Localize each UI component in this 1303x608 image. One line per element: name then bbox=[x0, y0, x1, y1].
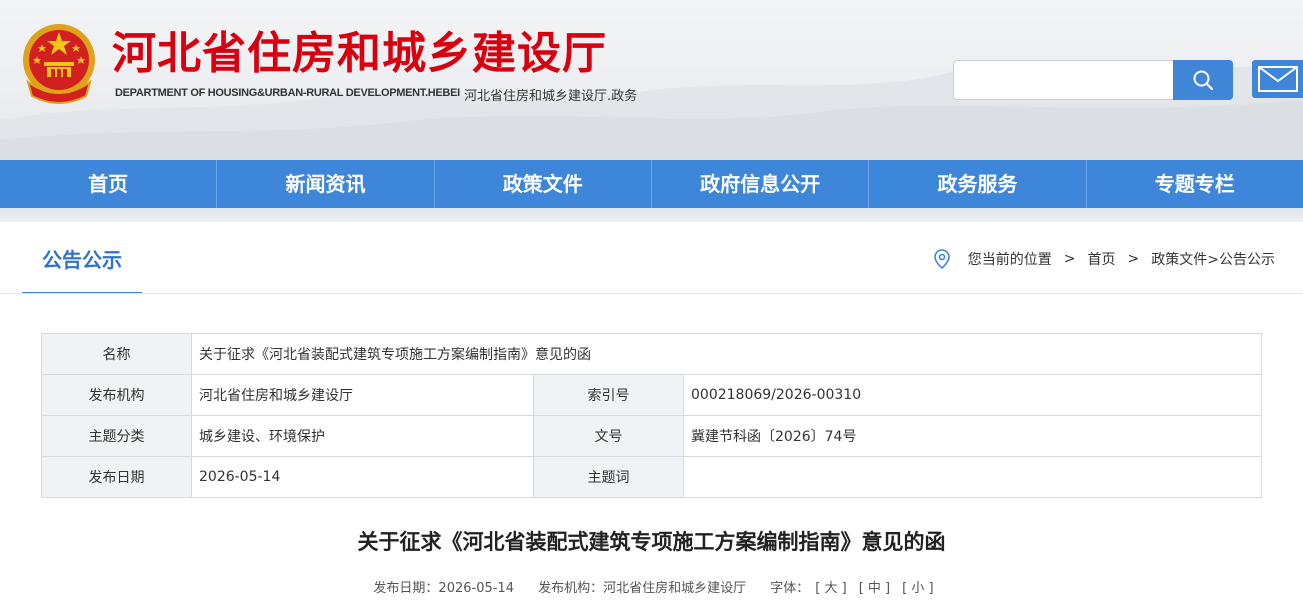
breadcrumb-separator: > bbox=[1127, 251, 1140, 267]
search-input[interactable] bbox=[953, 60, 1173, 100]
nav-item-gov-info[interactable]: 政府信息公开 bbox=[652, 160, 870, 208]
site-title-english: DEPARTMENT OF HOUSING&URBAN-RURAL DEVELO… bbox=[115, 87, 460, 99]
document-meta-table: 名称 关于征求《河北省装配式建筑专项施工方案编制指南》意见的函 发布机构 河北省… bbox=[41, 333, 1263, 498]
meta-value-publisher: 河北省住房和城乡建设厅 bbox=[191, 374, 534, 416]
font-size-label: 字体： bbox=[770, 581, 810, 596]
nav-item-home[interactable]: 首页 bbox=[0, 160, 218, 208]
breadcrumb-home-link[interactable]: 首页 bbox=[1088, 249, 1116, 269]
table-row: 名称 关于征求《河北省装配式建筑专项施工方案编制指南》意见的函 bbox=[41, 333, 1263, 375]
section-divider bbox=[0, 293, 1303, 294]
search-button[interactable] bbox=[1173, 60, 1233, 100]
breadcrumb-prefix: 您当前的位置 bbox=[967, 252, 1052, 268]
meta-label-docno: 文号 bbox=[533, 415, 684, 457]
nav-item-topics[interactable]: 专题专栏 bbox=[1087, 160, 1303, 208]
site-subtitle: 河北省住房和城乡建设厅.政务 bbox=[464, 89, 638, 104]
main-nav: 首页 新闻资讯 政策文件 政府信息公开 政务服务 专题专栏 bbox=[0, 160, 1303, 208]
breadcrumb-separator: > bbox=[1063, 251, 1076, 267]
document-title: 关于征求《河北省装配式建筑专项施工方案编制指南》意见的函 bbox=[357, 530, 946, 554]
meta-value-date: 2026-05-14 bbox=[191, 456, 534, 498]
national-emblem-icon bbox=[23, 24, 95, 104]
meta-label-category: 主题分类 bbox=[41, 415, 192, 457]
breadcrumb-path-link[interactable]: 政策文件>公告公示 bbox=[1151, 249, 1275, 269]
nav-shadow bbox=[0, 208, 1303, 222]
mail-icon bbox=[1257, 66, 1298, 92]
meta-value-category: 城乡建设、环境保护 bbox=[191, 415, 534, 457]
font-size-large-button[interactable]: [ 大 ] bbox=[815, 581, 846, 596]
nav-item-services[interactable]: 政务服务 bbox=[869, 160, 1087, 208]
section-title: 公告公示 bbox=[22, 222, 142, 294]
mail-button[interactable] bbox=[1252, 60, 1303, 98]
main-content: 公告公示 您当前的位置 > 首页 > 政策文件>公告公示 名称 关于征求《河北省… bbox=[0, 222, 1303, 608]
table-row: 发布日期 2026-05-14 主题词 bbox=[41, 456, 1263, 498]
nav-item-news[interactable]: 新闻资讯 bbox=[217, 160, 435, 208]
meta-value-keywords bbox=[682, 456, 1263, 498]
meta-value-docno: 冀建节科函〔2026〕74号 bbox=[682, 415, 1263, 457]
table-row: 主题分类 城乡建设、环境保护 文号 冀建节科函〔2026〕74号 bbox=[41, 415, 1263, 457]
search-icon bbox=[1193, 70, 1214, 91]
meta-label-date: 发布日期 bbox=[41, 456, 192, 498]
meta-label-publisher: 发布机构 bbox=[41, 374, 192, 416]
meta-label-keywords: 主题词 bbox=[533, 456, 684, 498]
meta-value-name: 关于征求《河北省装配式建筑专项施工方案编制指南》意见的函 bbox=[190, 333, 1263, 375]
breadcrumb: 您当前的位置 > 首页 > 政策文件>公告公示 bbox=[933, 249, 1275, 269]
nav-item-policy[interactable]: 政策文件 bbox=[435, 160, 652, 208]
document-date: 发布日期：2026-05-14 bbox=[373, 581, 514, 596]
font-size-small-button[interactable]: [ 小 ] bbox=[902, 581, 933, 596]
table-row: 发布机构 河北省住房和城乡建设厅 索引号 000218069/2026-0031… bbox=[41, 374, 1263, 416]
location-pin-icon bbox=[933, 249, 950, 269]
meta-label-name: 名称 bbox=[41, 333, 192, 375]
meta-label-index: 索引号 bbox=[533, 374, 684, 416]
site-title: 河北省住房和城乡建设厅 bbox=[112, 28, 607, 79]
document-meta-line: 发布日期：2026-05-14 发布机构：河北省住房和城乡建设厅 字体： [ 大 … bbox=[0, 577, 1303, 596]
meta-value-index: 000218069/2026-00310 bbox=[682, 374, 1263, 416]
font-size-medium-button[interactable]: [ 中 ] bbox=[859, 581, 890, 596]
site-header: 河北省住房和城乡建设厅 DEPARTMENT OF HOUSING&URBAN-… bbox=[0, 0, 1303, 160]
document-publisher: 发布机构：河北省住房和城乡建设厅 bbox=[538, 581, 747, 596]
